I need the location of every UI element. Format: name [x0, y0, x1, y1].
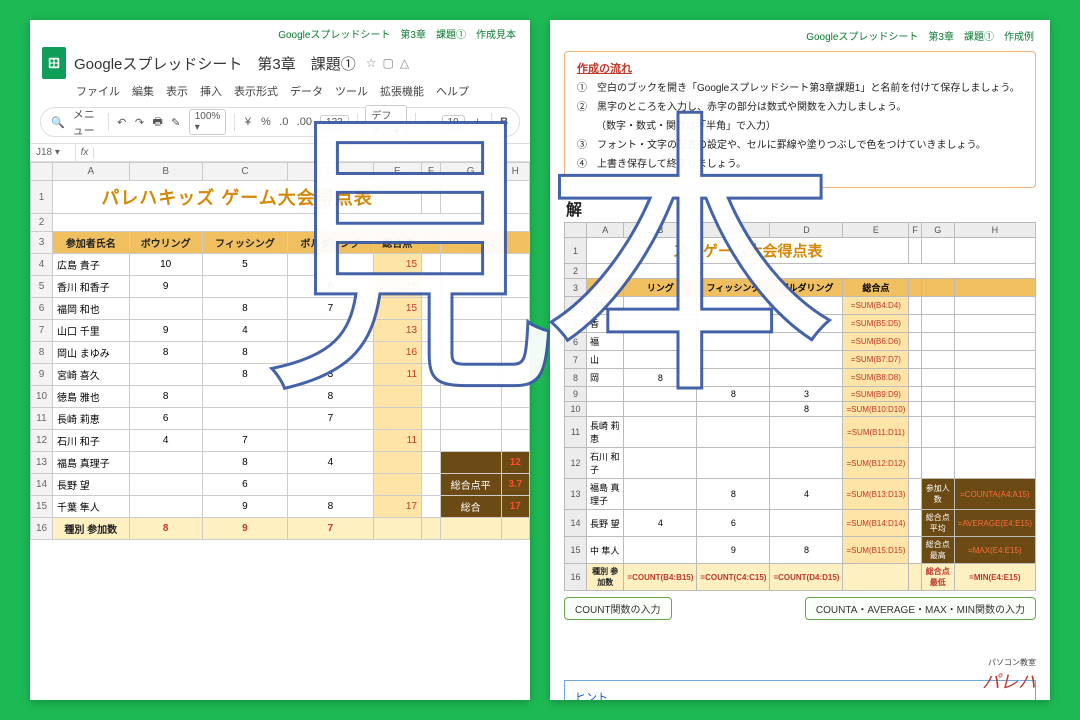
table-row[interactable]: 9宮崎 喜久8311 — [31, 364, 530, 386]
flow-step: ① 空白のブックを開き「Googleスプレッドシート第3章課題1」と名前を付けて… — [577, 82, 1023, 96]
move-icon[interactable]: ▢ — [382, 56, 393, 70]
search-icon[interactable]: 🔍 — [51, 114, 65, 130]
menu-表示形式[interactable]: 表示形式 — [234, 83, 278, 99]
table-row[interactable]: 12石川 和子4711 — [31, 430, 530, 452]
font-select[interactable]: デフォ… ▾ — [365, 105, 407, 139]
table-row: 6福=SUM(B6:D6) — [565, 333, 1036, 351]
menu-ツール[interactable]: ツール — [335, 83, 368, 99]
font-size-minus[interactable]: − — [424, 114, 434, 130]
name-box-row: J18 ▾ fx — [30, 143, 530, 162]
table-row: 12石川 和子=SUM(B12:D12) — [565, 448, 1036, 479]
table-row[interactable]: 5香川 和香子9615 — [31, 276, 530, 298]
table-row[interactable]: 15千葉 隼人9817総合17 — [31, 496, 530, 518]
hint-box: ヒント ・複数セルの選択・オートフィル（数式のコピー）を利用するとスピードアップ… — [564, 680, 1036, 700]
fx-icon: fx — [76, 147, 94, 158]
toolbar: 🔍 メニュー ↶ ↷ 🖶 ✎ 100% ▾ ¥ % .0 .00 123 デフォ… — [40, 107, 520, 137]
table-row[interactable]: 7山口 千里9413 — [31, 320, 530, 342]
flow-box: 作成の流れ ① 空白のブックを開き「Googleスプレッドシート第3章課題1」と… — [564, 51, 1036, 188]
cloud-icon[interactable]: △ — [400, 56, 409, 70]
page-header-label: Googleスプレッドシート 第3章 課題① 作成見本 — [30, 20, 530, 41]
table-row: 4広島=SUM(B4:D4) — [565, 297, 1036, 315]
paint-icon[interactable]: ✎ — [171, 114, 181, 130]
name-box[interactable]: J18 ▾ — [30, 144, 76, 161]
decimal-inc-icon[interactable]: .00 — [297, 114, 312, 130]
decimal-dec-icon[interactable]: .0 — [279, 114, 289, 130]
col-header[interactable]: H — [501, 163, 529, 181]
table-row: 7山=SUM(B7:D7) — [565, 351, 1036, 369]
flow-title: 作成の流れ — [577, 60, 1023, 76]
print-icon[interactable]: 🖶 — [152, 114, 162, 130]
table-row[interactable]: 13福島 真理子8412 — [31, 452, 530, 474]
right-page: Googleスプレッドシート 第3章 課題① 作成例 作成の流れ ① 空白のブッ… — [550, 20, 1050, 700]
col-header[interactable] — [31, 163, 53, 181]
flow-step: ③ フォント・文字の配置の設定や、セルに罫線や塗りつぶしで色をつけていきましょう… — [577, 139, 1023, 153]
callout-agg: COUNTA・AVERAGE・MAX・MIN関数の入力 — [805, 597, 1036, 620]
col-header[interactable]: G — [440, 163, 501, 181]
table-row[interactable]: 8岡山 まゆみ8816 — [31, 342, 530, 364]
toolbar-search-label: メニュー — [73, 106, 100, 138]
table-row: 13福島 真理子84=SUM(B13:D13)参加人数=COUNTA(A4:A1… — [565, 479, 1036, 510]
col-header[interactable]: E — [373, 163, 421, 181]
table-row[interactable]: 4広島 貴子10515 — [31, 254, 530, 276]
table-row: 108=SUM(B10:D10) — [565, 402, 1036, 417]
sheets-logo-icon — [42, 47, 66, 79]
flow-step: （数字・数式・関数は「半角」で入力） — [577, 120, 1023, 134]
hint-title: ヒント — [575, 689, 1025, 700]
table-row[interactable]: 6福岡 和也8715 — [31, 298, 530, 320]
col-header[interactable]: A — [53, 163, 130, 181]
col-header[interactable]: F — [422, 163, 441, 181]
menu-ヘルプ[interactable]: ヘルプ — [436, 83, 469, 99]
star-icon[interactable]: ☆ — [366, 56, 377, 70]
undo-icon[interactable]: ↶ — [117, 114, 127, 130]
brand-logo: パソコン教室 パレハ — [982, 657, 1036, 694]
table-row[interactable]: 14長野 望6総合点平3.7 — [31, 474, 530, 496]
percent-icon[interactable]: % — [261, 114, 271, 130]
table-row: 5香=SUM(B5:D5) — [565, 315, 1036, 333]
spreadsheet-grid[interactable]: ABCDEFGH 1パレハキッズ ゲーム大会得点表 2 3参加者氏名ボウリングフ… — [30, 162, 530, 540]
table-row: 8岡8=SUM(B8:D8) — [565, 369, 1036, 387]
flow-step: ④ 上書き保存して終了しましょう。 — [577, 158, 1023, 172]
menu-ファイル[interactable]: ファイル — [76, 83, 120, 99]
font-size-input[interactable]: 10 — [442, 115, 465, 130]
doc-title[interactable]: Googleスプレッドシート 第3章 課題① ☆ ▢ △ — [74, 53, 409, 74]
flow-step: ② 黒字のところを入力し、赤字の部分は数式や関数を入力しましょう。 — [577, 101, 1023, 115]
doc-header: Googleスプレッドシート 第3章 課題① ☆ ▢ △ — [30, 41, 530, 81]
doc-title-text: Googleスプレッドシート 第3章 課題① — [74, 53, 356, 74]
menu-bar: ファイル編集表示挿入表示形式データツール拡張機能ヘルプ — [30, 81, 530, 105]
bold-icon[interactable]: B — [499, 114, 509, 130]
font-size-plus[interactable]: + — [473, 114, 483, 130]
menu-表示[interactable]: 表示 — [166, 83, 188, 99]
menu-拡張機能[interactable]: 拡張機能 — [380, 83, 424, 99]
page-header-label: Googleスプレッドシート 第3章 課題① 作成例 — [550, 20, 1050, 47]
answer-sheet: ABCDEFGH 1ス ゲーム大会得点表 2 3リングフィッシングボルダリング総… — [564, 222, 1036, 591]
table-row: 14長野 望46=SUM(B14:D14)総合点平均=AVERAGE(E4:E1… — [565, 510, 1036, 537]
table-row[interactable]: 10徳島 雅也88 — [31, 386, 530, 408]
menu-編集[interactable]: 編集 — [132, 83, 154, 99]
section-heading: 解 — [566, 196, 1034, 220]
col-header[interactable]: B — [129, 163, 202, 181]
table-row: 15中 隼人98=SUM(B15:D15)総合点最高=MAX(E4:E15) — [565, 537, 1036, 564]
table-row[interactable]: 11長崎 莉恵67 — [31, 408, 530, 430]
callout-count: COUNT関数の入力 — [564, 597, 672, 620]
currency-yen-icon[interactable]: ¥ — [243, 114, 253, 130]
col-header[interactable]: C — [202, 163, 287, 181]
table-title: ス ゲーム大会得点表 — [587, 238, 909, 264]
table-row: 983=SUM(B9:D9) — [565, 387, 1036, 402]
table-title: パレハキッズ ゲーム大会得点表 — [53, 181, 422, 214]
col-header[interactable]: D — [288, 163, 374, 181]
left-page: Googleスプレッドシート 第3章 課題① 作成見本 Googleスプレッドシ… — [30, 20, 530, 700]
table-row: 11長崎 莉恵=SUM(B11:D11) — [565, 417, 1036, 448]
format-123[interactable]: 123 — [320, 115, 349, 130]
menu-挿入[interactable]: 挿入 — [200, 83, 222, 99]
menu-データ[interactable]: データ — [290, 83, 323, 99]
zoom-select[interactable]: 100% ▾ — [189, 109, 227, 135]
redo-icon[interactable]: ↷ — [135, 114, 145, 130]
